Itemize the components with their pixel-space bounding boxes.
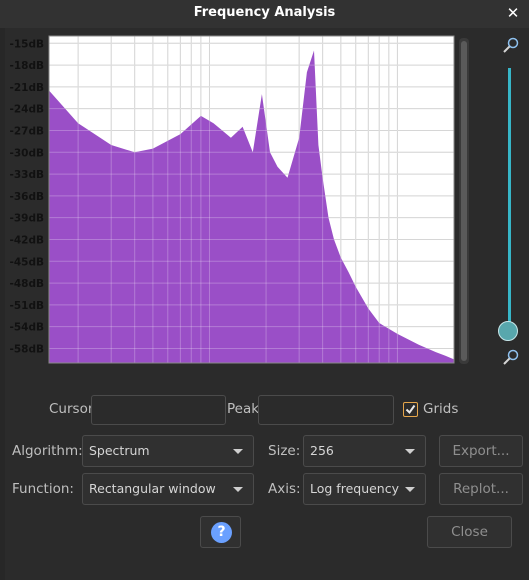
y-tick-label: -42dB <box>10 234 45 246</box>
size-value: 256 <box>310 443 334 458</box>
y-tick-label: -15dB <box>10 38 45 50</box>
zoom-knob[interactable] <box>498 321 518 341</box>
frequency-spectrum-plot[interactable]: -15dB -18dB -21dB -24dB -27dB -30dB -33dB -36dB… <box>5 30 460 370</box>
function-label: Function: <box>12 481 74 497</box>
zoom-slider[interactable] <box>496 34 524 370</box>
chevron-down-icon <box>233 487 243 492</box>
y-tick-label: -21dB <box>10 82 45 94</box>
function-value: Rectangular window <box>89 481 216 496</box>
axis-value: Log frequency <box>310 481 399 496</box>
y-tick-label: -51dB <box>10 300 45 312</box>
x-tick-label: 10000Hz <box>373 369 422 370</box>
chevron-down-icon <box>405 487 415 492</box>
y-tick-label: -58dB <box>10 343 45 355</box>
axis-select[interactable]: Log frequency <box>303 473 426 505</box>
scrollbar-thumb[interactable] <box>461 41 467 361</box>
size-select[interactable]: 256 <box>303 435 426 467</box>
y-tick-label: -48dB <box>10 278 45 290</box>
x-tick-label: 200Hz <box>62 369 94 370</box>
y-tick-label: -33dB <box>10 169 45 181</box>
grids-checkbox[interactable] <box>403 402 418 417</box>
zoom-out-icon[interactable] <box>502 348 520 366</box>
y-tick-label: -27dB <box>10 125 45 137</box>
size-label: Size: <box>268 443 301 459</box>
window-title: Frequency Analysis <box>193 5 336 20</box>
replot-button[interactable]: Replot... <box>439 473 523 505</box>
y-tick-label: -30dB <box>10 147 45 159</box>
export-button[interactable]: Export... <box>439 435 523 467</box>
title-bar: Frequency Analysis ✕ <box>0 0 529 28</box>
x-tick-label: 400Hz <box>119 369 151 370</box>
y-tick-label: -36dB <box>10 191 45 203</box>
chevron-down-icon <box>405 449 415 454</box>
help-icon: ? <box>211 522 232 543</box>
cursor-field[interactable] <box>91 395 226 425</box>
peak-field[interactable] <box>258 395 394 425</box>
checkmark-icon <box>405 404 416 415</box>
close-window-icon[interactable]: ✕ <box>505 2 521 24</box>
y-tick-label: -18dB <box>10 60 45 72</box>
y-tick-label: -45dB <box>10 256 45 268</box>
help-button[interactable]: ? <box>200 516 241 548</box>
x-tick-label: 2000Hz <box>247 369 285 370</box>
close-button[interactable]: Close <box>427 516 512 548</box>
axis-label: Axis: <box>268 481 301 497</box>
y-tick-label: -39dB <box>10 213 45 225</box>
algorithm-label: Algorithm: <box>12 443 83 459</box>
x-tick-label: 1000Hz <box>188 369 230 370</box>
algorithm-select[interactable]: Spectrum <box>82 435 254 467</box>
function-select[interactable]: Rectangular window <box>82 473 254 505</box>
x-tick-label: 4000Hz <box>302 369 344 370</box>
grids-label: Grids <box>423 401 459 417</box>
algorithm-value: Spectrum <box>89 443 150 458</box>
zoom-track[interactable] <box>508 68 511 330</box>
chevron-down-icon <box>233 449 243 454</box>
vertical-scrollbar[interactable] <box>459 38 469 364</box>
y-tick-label: -54dB <box>10 322 45 334</box>
zoom-in-icon[interactable] <box>502 36 520 54</box>
y-tick-label: -24dB <box>10 104 45 116</box>
